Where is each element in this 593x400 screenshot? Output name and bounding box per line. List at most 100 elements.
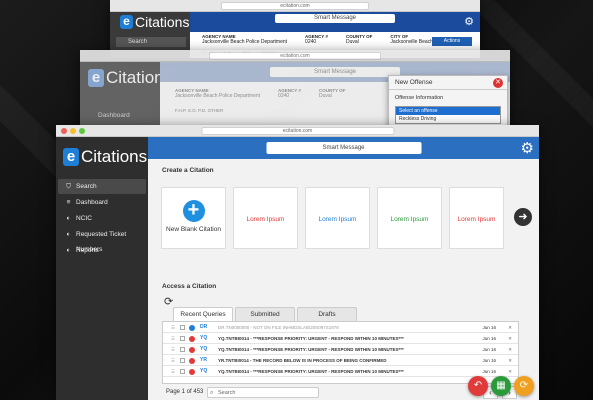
close-icon[interactable]: ✕ bbox=[493, 78, 503, 88]
drag-handle-icon[interactable]: ☰ bbox=[171, 333, 175, 344]
tab-submitted[interactable]: Submitted bbox=[235, 307, 295, 321]
row-date: Jun 16 bbox=[482, 325, 496, 330]
table-row[interactable]: ☰ YQ YQ.TNTBI0014 - ***RESPONSE PRIORITY… bbox=[163, 344, 518, 355]
actions-button[interactable]: Actions bbox=[432, 37, 472, 46]
agency-name: Jacksonville Beach Police Department bbox=[202, 39, 288, 45]
row-code: YQ bbox=[200, 346, 208, 352]
top-bar: Smart Message ⚙ bbox=[148, 137, 539, 159]
status-icon bbox=[189, 325, 195, 331]
e-logo-icon: e bbox=[120, 15, 133, 29]
table-row[interactable]: ☰ YR YR.TNTBI0014 - THE RECORD BELOW IS … bbox=[163, 355, 518, 366]
list-icon: ≡ bbox=[66, 199, 71, 206]
row-code: YQ bbox=[200, 335, 208, 341]
option-item[interactable]: Reckless Driving bbox=[396, 115, 500, 123]
close-window-button[interactable] bbox=[61, 128, 67, 134]
citation-tabs: Recent Queries Submitted Drafts bbox=[173, 307, 359, 321]
row-checkbox[interactable] bbox=[180, 358, 185, 363]
card-label: Lorem Ipsum bbox=[390, 216, 429, 223]
search-input[interactable]: ⌕ Search bbox=[207, 387, 319, 398]
user-settings-icon[interactable]: ⚙ bbox=[521, 139, 534, 157]
sidebar-item-reports[interactable]: ◐ Reports bbox=[58, 243, 146, 258]
modal-header: New Offense ✕ bbox=[389, 76, 507, 90]
delete-icon[interactable]: ✕ bbox=[508, 344, 512, 355]
agency-type-checks[interactable]: F.H.P. S.O. P.D. OTHER bbox=[175, 108, 223, 113]
maximize-window-button[interactable] bbox=[79, 128, 85, 134]
template-card[interactable]: Lorem Ipsum bbox=[377, 187, 442, 249]
offense-select[interactable]: Select an offense Reckless Driving bbox=[395, 106, 501, 124]
county: Duval bbox=[318, 93, 332, 99]
refresh-icon[interactable]: ⟳ bbox=[164, 295, 173, 308]
table-row[interactable]: ☰ YQ YQ.TNTBI0014 - ***RESPONSE PRIORITY… bbox=[163, 333, 518, 344]
top-bar: Smart Message ⚙ bbox=[190, 12, 480, 32]
delete-icon[interactable]: ✕ bbox=[508, 333, 512, 344]
sidebar-nav: ⛉ Search ≡ Dashboard ◐ NCIC ◐ Requested … bbox=[58, 179, 146, 259]
row-checkbox[interactable] bbox=[180, 336, 185, 341]
template-card[interactable]: Lorem Ipsum bbox=[233, 187, 298, 249]
undo-icon[interactable]: ↶ bbox=[468, 376, 488, 396]
create-citation-title: Create a Citation bbox=[162, 167, 214, 174]
sidebar-item-search[interactable]: ⛉ Search bbox=[58, 179, 146, 194]
page-info: Page 1 of 453 bbox=[166, 389, 204, 395]
row-code: DR bbox=[200, 324, 208, 330]
drag-handle-icon[interactable]: ☰ bbox=[171, 322, 175, 333]
agency-name: Jacksonville Beach Police Department bbox=[175, 93, 261, 99]
city: Jacksonville Beach bbox=[390, 39, 433, 45]
modal-title: New Offense bbox=[395, 79, 433, 86]
status-icon bbox=[189, 369, 195, 375]
status-icon bbox=[189, 358, 195, 364]
circle-half-icon: ◐ bbox=[66, 231, 71, 238]
shield-icon: ⛉ bbox=[66, 183, 71, 190]
new-blank-citation-card[interactable]: + New Blank Citation bbox=[161, 187, 226, 249]
template-card[interactable]: Lorem Ipsum bbox=[305, 187, 370, 249]
tab-drafts[interactable]: Drafts bbox=[297, 307, 357, 321]
smart-message-button[interactable]: Smart Message bbox=[270, 67, 400, 77]
app-logo: e Citations bbox=[120, 14, 189, 30]
e-logo-icon: e bbox=[63, 148, 79, 166]
card-label: Lorem Ipsum bbox=[246, 216, 285, 223]
card-label: New Blank Citation bbox=[166, 226, 221, 233]
browser-chrome: ecitation.com bbox=[56, 125, 539, 137]
url-bar[interactable]: ecitation.com bbox=[200, 127, 395, 135]
row-checkbox[interactable] bbox=[180, 347, 185, 352]
search-icon: ⌕ bbox=[210, 390, 214, 396]
app-title: Citations bbox=[135, 14, 190, 30]
drag-handle-icon[interactable]: ☰ bbox=[171, 355, 175, 366]
table-row[interactable]: ☰ YQ YQ.TNTBI0014 - ***RESPONSE PRIORITY… bbox=[163, 366, 518, 377]
sidebar-item-requested-tickets[interactable]: ◐ Requested Ticket Numbers bbox=[58, 227, 146, 253]
tab-recent-queries[interactable]: Recent Queries bbox=[173, 307, 233, 321]
drag-handle-icon[interactable]: ☰ bbox=[171, 366, 175, 377]
delete-icon[interactable]: ✕ bbox=[508, 355, 512, 366]
sidebar-item-label: Search bbox=[76, 183, 97, 190]
search-placeholder: Search bbox=[218, 390, 236, 396]
sidebar-item-ncic[interactable]: ◐ NCIC bbox=[58, 211, 146, 226]
row-message: YQ.TNTBI0014 - ***RESPONSE PRIORITY: URG… bbox=[218, 347, 404, 352]
row-code: YR bbox=[200, 357, 207, 363]
sidebar-item-dashboard[interactable]: Dashboard bbox=[86, 112, 130, 119]
plus-icon: + bbox=[182, 200, 205, 222]
template-card[interactable]: Lorem Ipsum bbox=[449, 187, 504, 249]
minimize-window-button[interactable] bbox=[70, 128, 76, 134]
row-checkbox[interactable] bbox=[180, 325, 185, 330]
url-bar[interactable]: ecitation.com bbox=[221, 2, 369, 10]
drag-handle-icon[interactable]: ☰ bbox=[171, 344, 175, 355]
delete-icon[interactable]: ✕ bbox=[508, 322, 512, 333]
url-bar[interactable]: ecitation.com bbox=[209, 52, 381, 60]
smart-message-button[interactable]: Smart Message bbox=[275, 14, 395, 23]
sync-icon[interactable]: ⟳ bbox=[514, 376, 534, 396]
row-checkbox[interactable] bbox=[180, 369, 185, 374]
option-selected[interactable]: Select an offense bbox=[396, 107, 500, 115]
agency-num: 0240 bbox=[278, 93, 290, 99]
access-citation-title: Access a Citation bbox=[162, 283, 217, 290]
delete-icon[interactable]: ✕ bbox=[508, 366, 512, 377]
next-arrow-icon[interactable]: ➜ bbox=[514, 208, 532, 226]
smart-message-button[interactable]: Smart Message bbox=[266, 142, 421, 154]
table-row[interactable]: ☰ DR DR.TN0000000 - NOT ON FILE INHMDSLA… bbox=[163, 322, 518, 333]
user-settings-icon[interactable]: ⚙ bbox=[464, 15, 474, 28]
table-icon[interactable]: ▦ bbox=[491, 376, 511, 396]
sidebar-item-dashboard[interactable]: ≡ Dashboard bbox=[58, 195, 146, 210]
sidebar-item-search[interactable]: Search bbox=[116, 37, 186, 47]
row-code: YQ bbox=[200, 368, 208, 374]
row-message: YQ.TNTBI0014 - ***RESPONSE PRIORITY: URG… bbox=[218, 369, 404, 374]
agency-info: AGENCY NAME Jacksonville Beach Police Dep… bbox=[175, 88, 345, 99]
card-label: Lorem Ipsum bbox=[318, 216, 357, 223]
